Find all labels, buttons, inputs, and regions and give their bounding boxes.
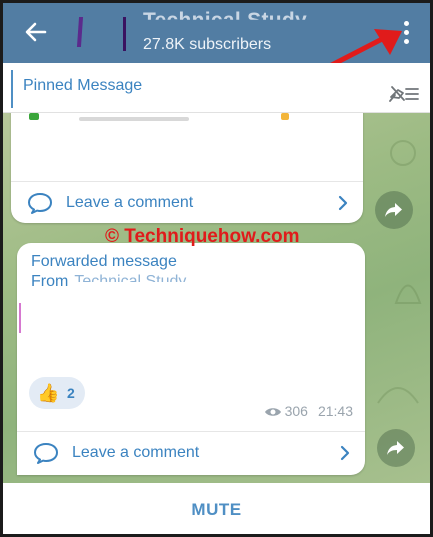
leave-comment-button[interactable]: Leave a comment [17, 431, 365, 473]
back-button[interactable] [21, 17, 51, 47]
leave-comment-button[interactable]: Leave a comment [11, 181, 363, 223]
share-button[interactable] [377, 429, 415, 467]
reaction-count: 2 [67, 385, 75, 401]
watermark: © Techniquehow.com [105, 226, 300, 247]
chevron-right-icon [338, 195, 348, 211]
message-meta: 306 21:43 [264, 403, 353, 419]
pinned-message-bar[interactable]: Pinned Message [3, 63, 430, 113]
forward-source-name[interactable]: Technical Study [74, 273, 186, 282]
channel-title[interactable]: Technical Study [143, 9, 307, 20]
view-count: 306 [284, 403, 308, 419]
forwarded-message-bubble[interactable]: Forwarded message From Technical Study 👍 … [17, 243, 365, 475]
chevron-right-icon [340, 445, 350, 461]
share-button[interactable] [375, 191, 413, 229]
comment-bubble-icon [34, 443, 58, 464]
leave-comment-label: Leave a comment [72, 444, 200, 461]
arrow-left-icon [25, 22, 47, 42]
message-bubble[interactable]: Leave a comment [11, 113, 363, 223]
share-arrow-icon [385, 203, 402, 217]
pinned-message-label: Pinned Message [23, 77, 143, 94]
message-time: 21:43 [317, 403, 353, 419]
forwarded-message-label: Forwarded message [31, 253, 177, 270]
share-arrow-icon [387, 441, 404, 455]
eye-icon [264, 408, 281, 417]
unpin-list-icon [389, 86, 419, 102]
leave-comment-label: Leave a comment [66, 194, 194, 211]
channel-avatar[interactable] [73, 11, 131, 55]
reaction-chip[interactable]: 👍 2 [29, 377, 85, 409]
screen-frame: Technical Study 27.8K subscribers Pinned… [0, 0, 433, 537]
comment-bubble-icon [28, 193, 52, 214]
chat-area[interactable]: Leave a comment Forwarded message From Te… [3, 113, 430, 483]
forwarded-from[interactable]: From Technical Study [31, 273, 186, 291]
from-label: From [31, 273, 69, 290]
subscriber-count: 27.8K subscribers [143, 36, 272, 53]
thumbs-up-icon: 👍 [37, 383, 60, 403]
mute-button[interactable]: MUTE [3, 483, 430, 534]
pinned-list-button[interactable] [388, 83, 420, 105]
bottom-bar: MUTE [3, 483, 430, 534]
channel-header: Technical Study 27.8K subscribers [3, 3, 430, 72]
